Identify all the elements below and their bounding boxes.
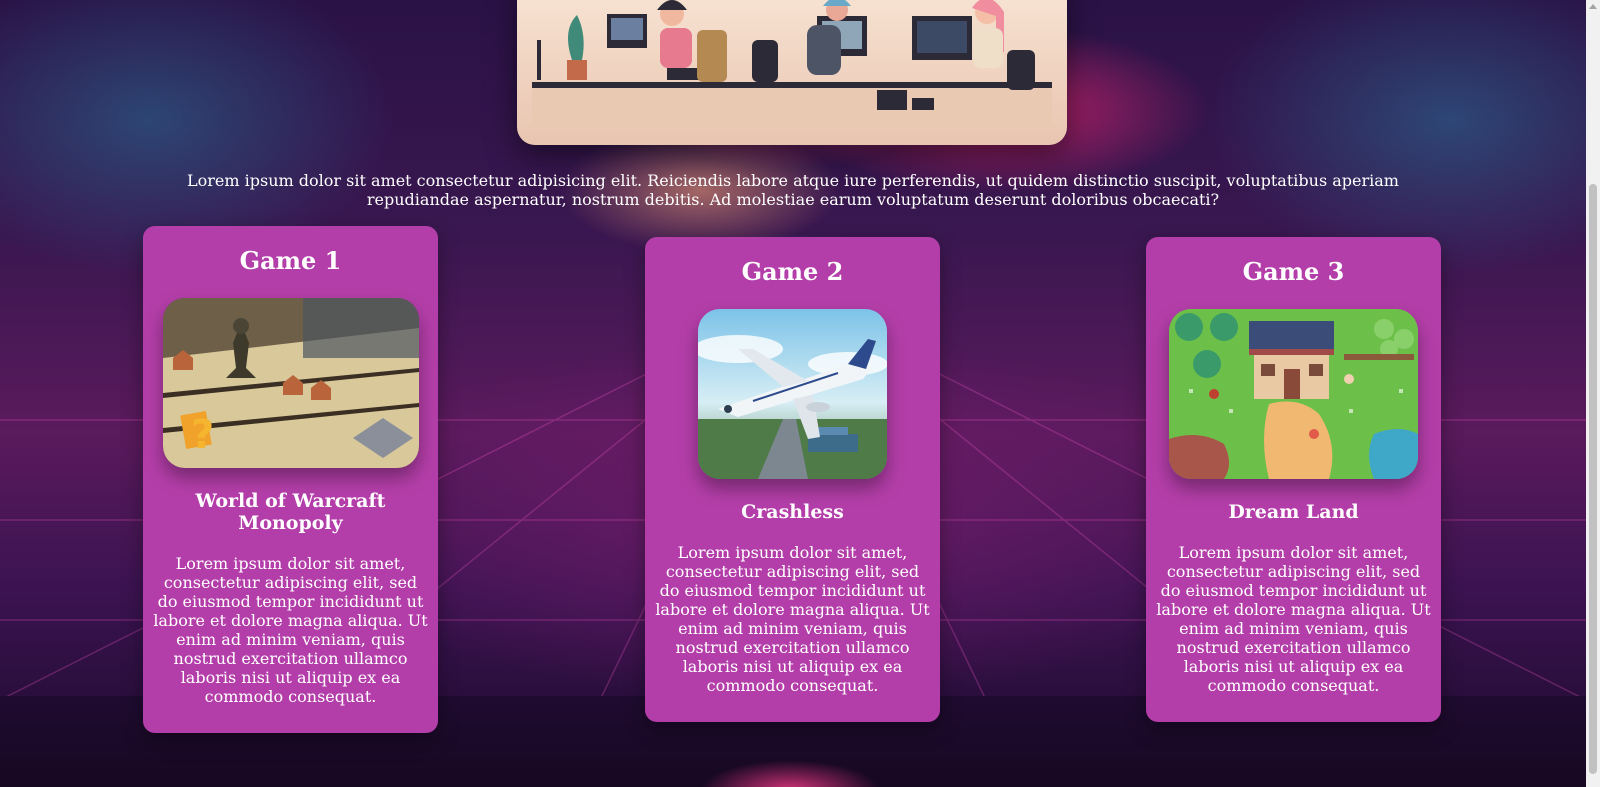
- game-card: Game 1 ? World of Warcraft Monopoly Lore…: [143, 226, 438, 733]
- game-card: Game 3 Dream Land Lorem ipsum dolor sit …: [1146, 237, 1441, 722]
- game-description: Lorem ipsum dolor sit amet, consectetur …: [655, 543, 930, 695]
- game-description: Lorem ipsum dolor sit amet, consectetur …: [1156, 543, 1431, 695]
- scroll-up-arrow-icon[interactable]: [1589, 4, 1597, 9]
- game-name: Crashless: [741, 501, 844, 523]
- game-name: Dream Land: [1228, 501, 1359, 523]
- svg-text:?: ?: [191, 412, 214, 458]
- hero-image: [517, 0, 1067, 145]
- game-image: [1169, 309, 1418, 479]
- game-image: [698, 309, 887, 479]
- game-image: ?: [163, 298, 419, 468]
- game-card-heading: Game 2: [741, 257, 844, 286]
- scrollbar-thumb[interactable]: [1589, 184, 1597, 774]
- page-scrollbar[interactable]: [1586, 0, 1600, 787]
- game-card-heading: Game 3: [1242, 257, 1345, 286]
- game-name: World of Warcraft Monopoly: [195, 490, 386, 534]
- intro-paragraph: Lorem ipsum dolor sit amet consectetur a…: [187, 171, 1399, 209]
- game-description: Lorem ipsum dolor sit amet, consectetur …: [153, 554, 428, 706]
- game-card: Game 2 Crashless Lorem ipsum dolor sit a…: [645, 237, 940, 722]
- game-card-heading: Game 1: [239, 246, 342, 275]
